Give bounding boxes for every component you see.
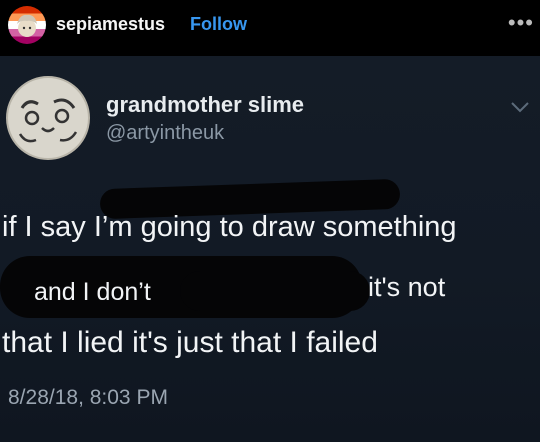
tweet-timestamp: 8/28/18, 8:03 PM xyxy=(8,386,168,409)
username[interactable]: sepiamestus xyxy=(56,14,165,35)
tweet-text-line-2b: it's not xyxy=(368,272,446,302)
follow-button[interactable]: Follow xyxy=(190,14,247,35)
more-icon[interactable]: ••• xyxy=(508,10,534,36)
avatar-character-icon xyxy=(17,14,37,37)
chevron-down-icon[interactable] xyxy=(510,100,530,114)
tweet-screenshot: grandmother slime @artyintheuk if I say … xyxy=(0,56,540,442)
tweet-avatar xyxy=(6,76,90,160)
avatar[interactable] xyxy=(8,6,46,44)
tweet-display-name: grandmother slime xyxy=(106,92,305,117)
tweet-text-line-3: that I lied it's just that I failed xyxy=(2,326,378,359)
tweet-text-line-2a: and I don’t xyxy=(34,278,151,306)
face-drawing-icon xyxy=(18,98,78,143)
scribble-redaction xyxy=(180,271,370,311)
post-header: sepiamestus Follow ••• xyxy=(0,0,540,56)
tweet-text-line-1: if I say I’m going to draw something xyxy=(2,211,457,243)
tweet-handle: @artyintheuk xyxy=(106,122,225,144)
